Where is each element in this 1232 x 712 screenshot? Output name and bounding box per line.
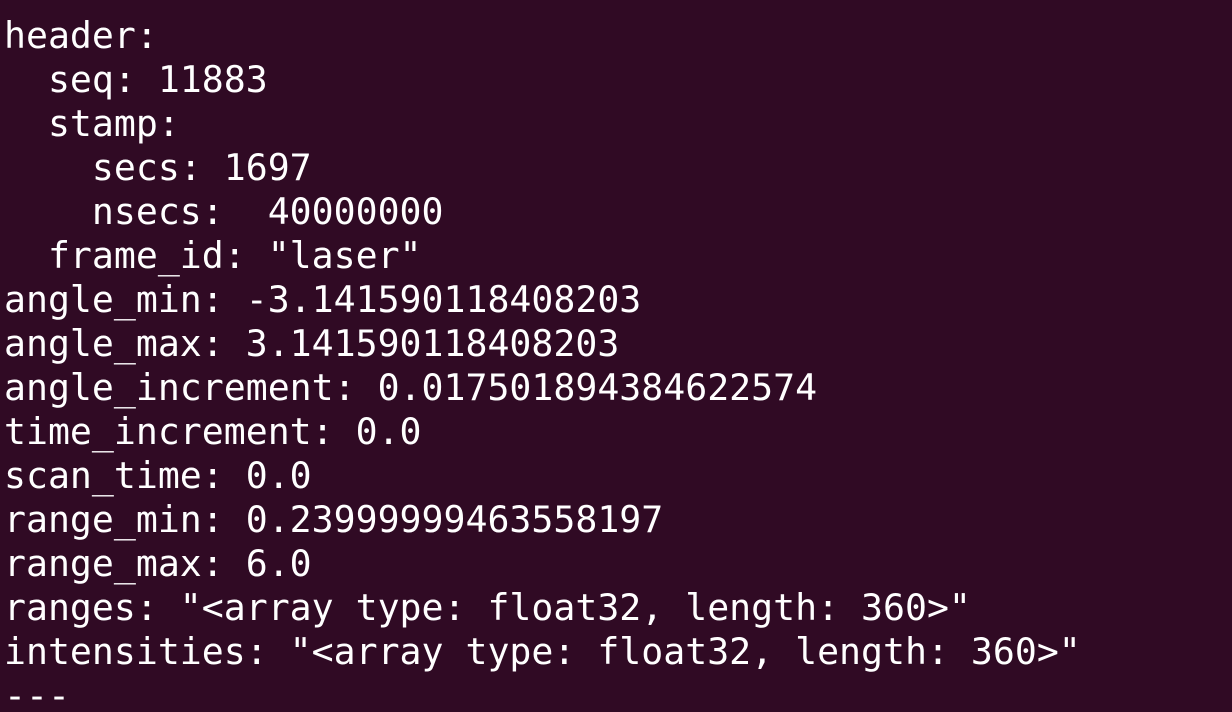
terminal-line-nsecs: nsecs: 40000000 bbox=[4, 190, 444, 233]
terminal-line-seq: seq: 11883 bbox=[4, 58, 268, 101]
terminal-line-ranges: ranges: "<array type: float32, length: 3… bbox=[4, 586, 971, 629]
terminal-output: header: seq: 11883 stamp: secs: 1697 nse… bbox=[4, 14, 1081, 712]
terminal-line-scan-time: scan_time: 0.0 bbox=[4, 454, 312, 497]
terminal-line-angle-min: angle_min: -3.141590118408203 bbox=[4, 278, 642, 321]
terminal-line-separator: --- bbox=[4, 674, 70, 712]
terminal-window[interactable]: header: seq: 11883 stamp: secs: 1697 nse… bbox=[0, 0, 1232, 712]
terminal-line-range-min: range_min: 0.23999999463558197 bbox=[4, 498, 664, 541]
terminal-line-range-max: range_max: 6.0 bbox=[4, 542, 312, 585]
terminal-line-frame-id: frame_id: "laser" bbox=[4, 234, 422, 277]
terminal-line-angle-max: angle_max: 3.141590118408203 bbox=[4, 322, 620, 365]
terminal-line-stamp: stamp: bbox=[4, 102, 180, 145]
terminal-line-intensities: intensities: "<array type: float32, leng… bbox=[4, 630, 1081, 673]
terminal-line-header: header: bbox=[4, 14, 158, 57]
terminal-line-angle-increment: angle_increment: 0.017501894384622574 bbox=[4, 366, 818, 409]
terminal-line-time-increment: time_increment: 0.0 bbox=[4, 410, 422, 453]
terminal-line-secs: secs: 1697 bbox=[4, 146, 312, 189]
